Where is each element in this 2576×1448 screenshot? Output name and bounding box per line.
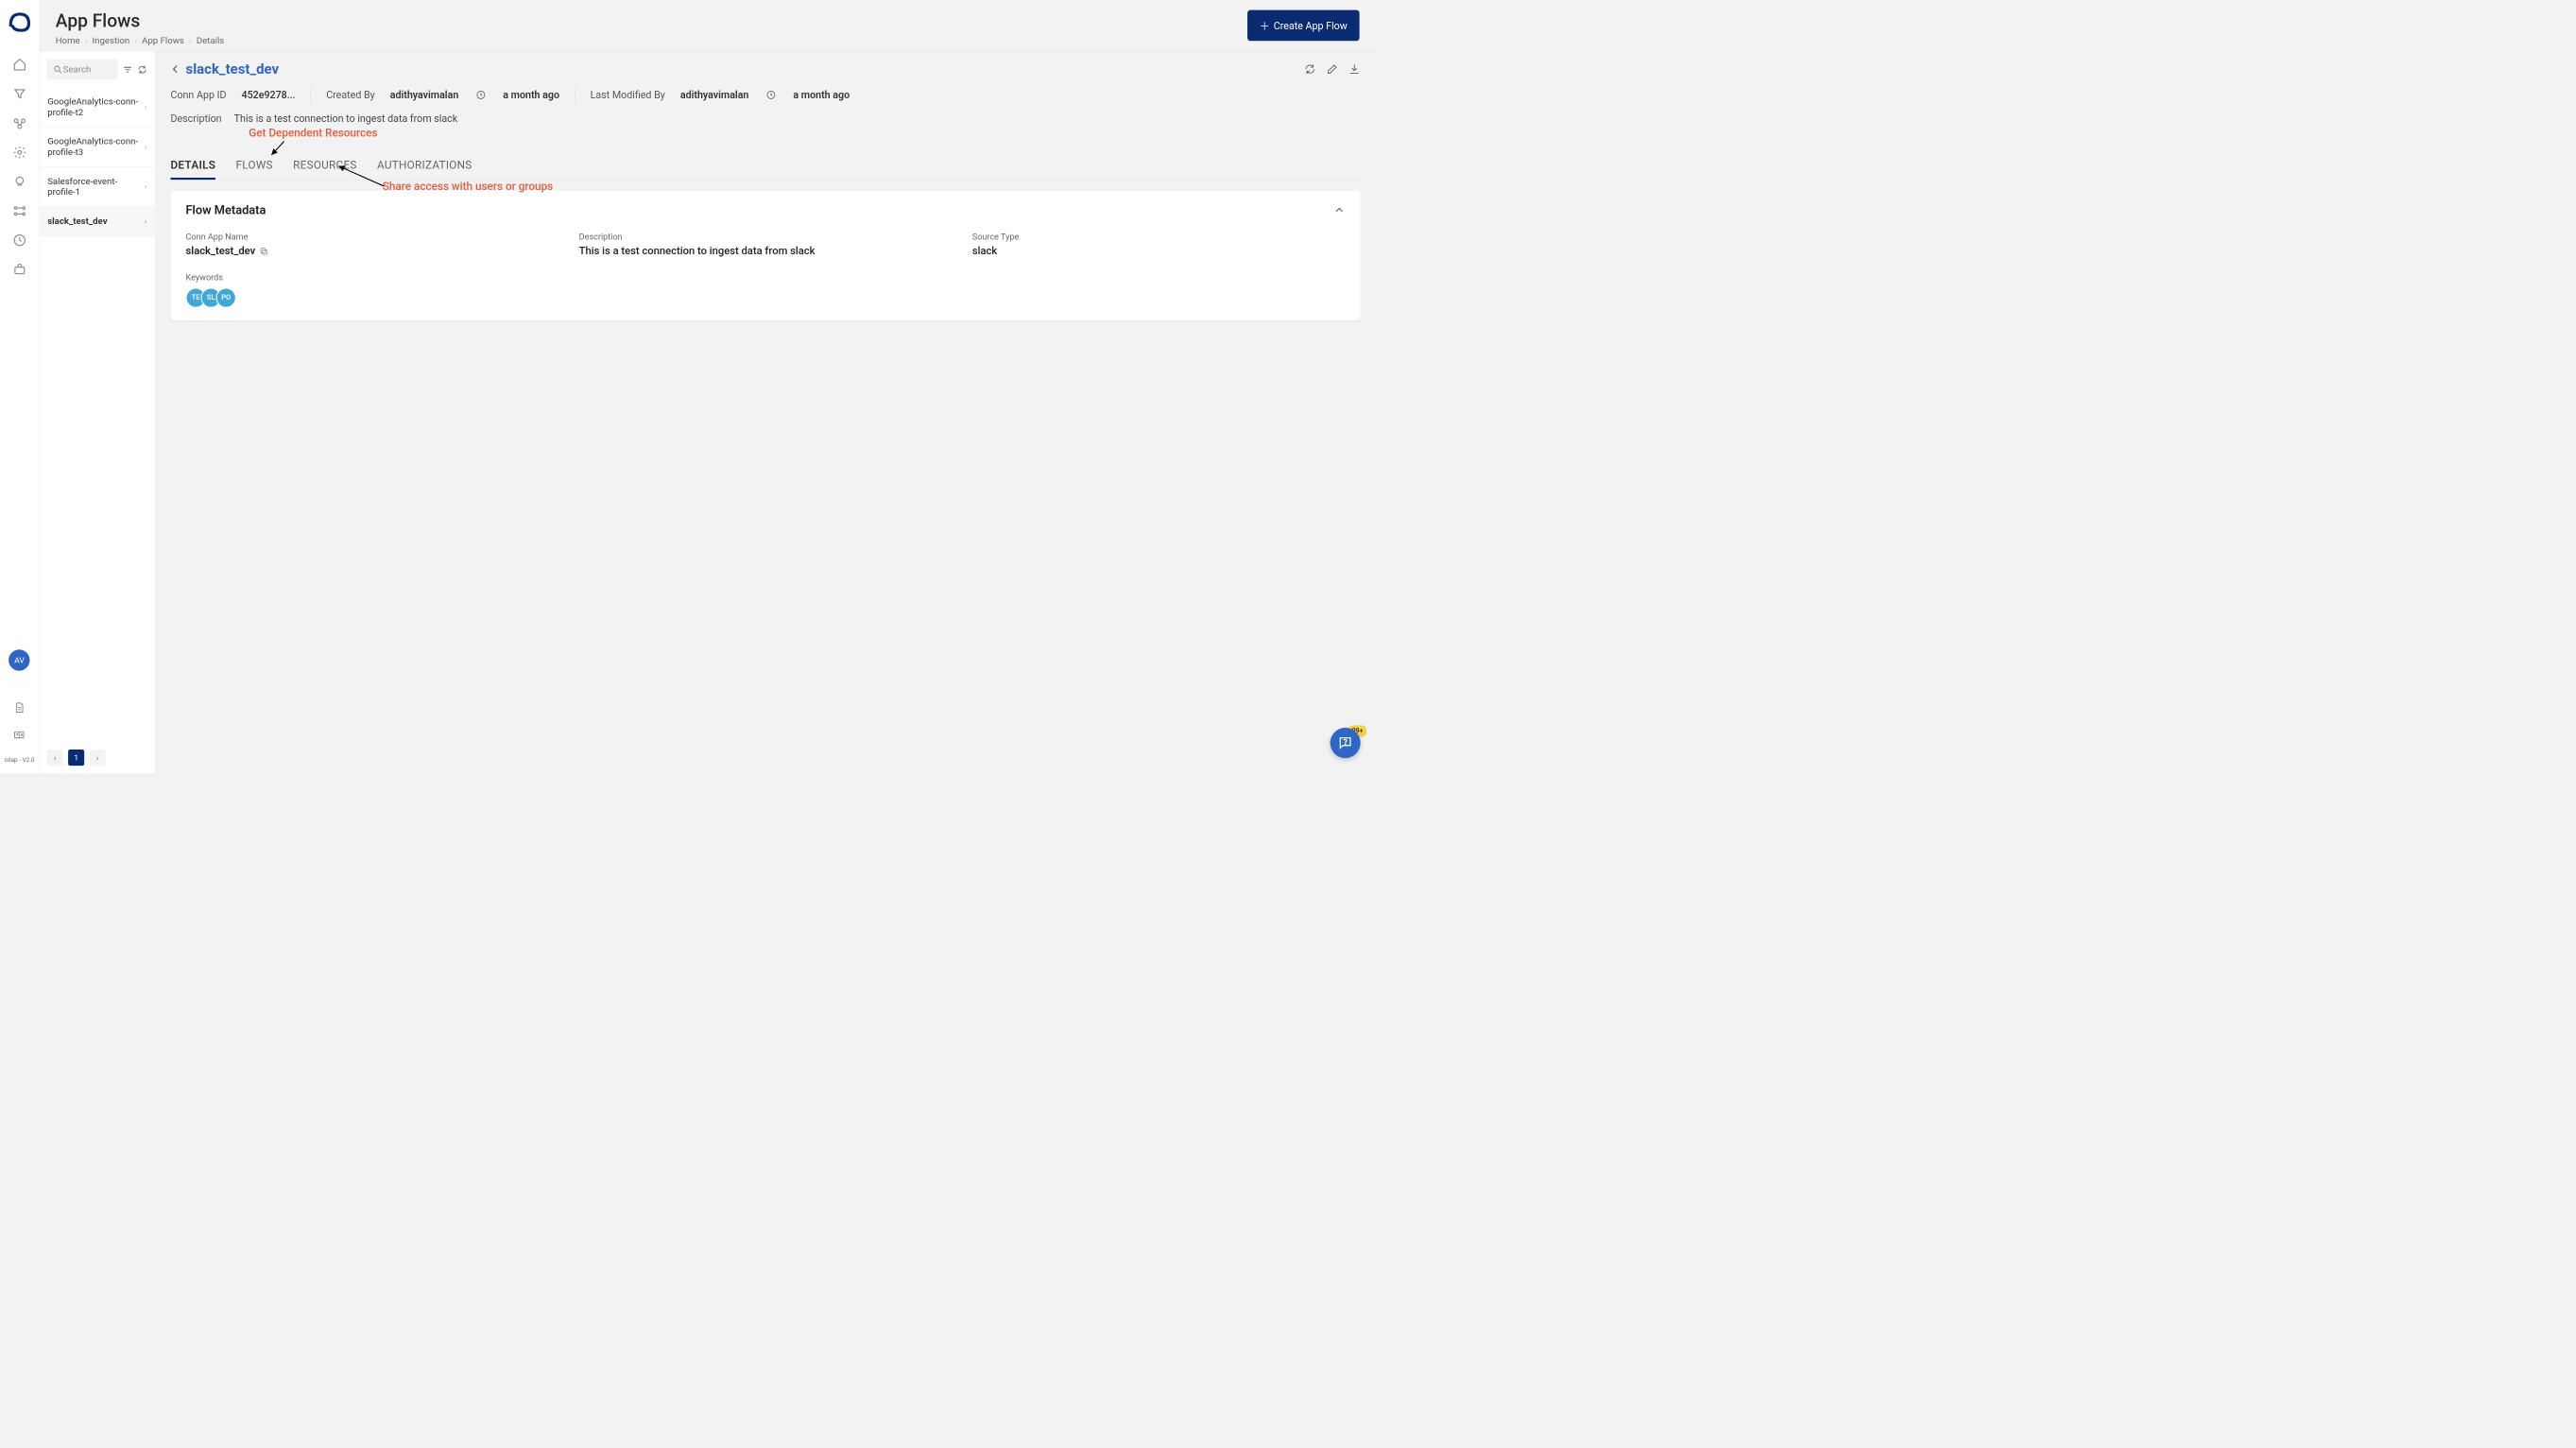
side-panel: GoogleAnalytics-conn-profile-t2 › Google… — [40, 51, 156, 773]
create-app-flow-button[interactable]: ＋ Create App Flow — [1247, 10, 1360, 42]
breadcrumb-item[interactable]: Home — [56, 35, 80, 45]
field-value-description: This is a test connection to ingest data… — [579, 246, 953, 258]
list-item[interactable]: GoogleAnalytics-conn-profile-t3 › — [40, 128, 155, 167]
copy-icon[interactable] — [259, 247, 268, 256]
modified-ago: a month ago — [793, 89, 850, 101]
breadcrumbs: Home › Ingestion › App Flows › Details — [56, 35, 1247, 45]
list-item[interactable]: slack_test_dev › — [40, 207, 155, 236]
modified-by-label: Last Modified By — [591, 89, 665, 101]
created-ago: a month ago — [503, 89, 559, 101]
back-button[interactable] — [170, 64, 180, 75]
field-label: Description — [579, 233, 953, 243]
breadcrumb-item[interactable]: App Flows — [142, 35, 184, 45]
predict-icon[interactable] — [12, 175, 26, 189]
chevron-right-icon: › — [85, 37, 87, 45]
clock-icon — [766, 90, 777, 100]
breadcrumb-item: Details — [197, 35, 224, 45]
field-value-name: slack_test_dev — [186, 246, 559, 258]
create-button-label: Create App Flow — [1274, 20, 1348, 32]
list-item-label: slack_test_dev — [47, 216, 107, 227]
chevron-right-icon: › — [145, 217, 146, 226]
created-by-label: Created By — [326, 89, 374, 101]
translate-icon[interactable] — [13, 729, 26, 741]
search-input[interactable] — [63, 64, 112, 75]
collapse-icon[interactable] — [1333, 204, 1346, 216]
chevron-right-icon: › — [145, 103, 146, 112]
tab-flows[interactable]: FLOWS — [236, 155, 273, 180]
app-logo — [8, 10, 32, 32]
tab-details[interactable]: DETAILS — [170, 155, 215, 180]
search-icon — [53, 64, 63, 75]
keyword-chips: TE SL PO — [186, 287, 1346, 307]
filter-icon[interactable] — [12, 87, 26, 101]
filter-icon[interactable] — [122, 64, 133, 76]
annotation-resources: Get Dependent Resources — [249, 128, 377, 140]
chevron-right-icon: › — [145, 143, 146, 151]
annotation-authorizations: Share access with users or groups — [383, 181, 553, 193]
list-item[interactable]: Salesforce-event-profile-1 › — [40, 167, 155, 207]
user-avatar[interactable]: AV — [9, 649, 29, 670]
app-version: cdap - V2.0 — [5, 756, 35, 763]
chevron-right-icon: › — [145, 182, 146, 191]
keyword-chip[interactable]: PO — [216, 287, 236, 307]
page-number-button[interactable]: 1 — [68, 750, 84, 766]
tab-authorizations[interactable]: AUTHORIZATIONS — [377, 155, 472, 180]
refresh-icon[interactable] — [137, 64, 147, 75]
home-icon[interactable] — [12, 58, 26, 72]
field-label: Conn App Name — [186, 233, 559, 243]
next-page-button[interactable]: › — [90, 750, 106, 766]
clock-icon[interactable] — [12, 233, 26, 248]
created-by-value: adithyavimalan — [390, 89, 459, 101]
detail-title: slack_test_dev — [186, 60, 280, 78]
description-value: This is a test connection to ingest data… — [234, 112, 457, 125]
flow-metadata-card: Flow Metadata Conn App Name slack_test_d… — [170, 190, 1360, 320]
list-item-label: GoogleAnalytics-conn-profile-t3 — [47, 136, 145, 157]
breadcrumb-item[interactable]: Ingestion — [93, 35, 130, 45]
field-value-source-type: slack — [972, 246, 1346, 258]
refresh-icon[interactable] — [1304, 62, 1316, 75]
page-header: App Flows Home › Ingestion › App Flows ›… — [40, 0, 1376, 51]
clock-icon — [475, 90, 486, 100]
field-label: Source Type — [972, 233, 1346, 243]
field-label: Keywords — [186, 272, 1346, 283]
detail-panel: slack_test_dev Conn App ID 452e9278... C… — [155, 51, 1375, 773]
edit-icon[interactable] — [1326, 62, 1338, 75]
graph-icon[interactable] — [12, 116, 26, 130]
plus-icon: ＋ — [1260, 18, 1270, 32]
modified-by-value: adithyavimalan — [680, 89, 749, 101]
prev-page-button[interactable]: ‹ — [47, 750, 63, 766]
settings-icon[interactable] — [12, 146, 26, 160]
flow-icon[interactable] — [12, 204, 26, 218]
briefcase-icon[interactable] — [12, 263, 26, 277]
download-icon[interactable] — [1348, 62, 1361, 75]
list-item-label: GoogleAnalytics-conn-profile-t2 — [47, 96, 145, 117]
page-title: App Flows — [56, 10, 1247, 31]
document-icon[interactable] — [13, 701, 26, 714]
chevron-right-icon: › — [189, 37, 191, 45]
chevron-right-icon: › — [135, 37, 137, 45]
card-title: Flow Metadata — [186, 203, 266, 217]
list-item-label: Salesforce-event-profile-1 — [47, 176, 145, 197]
search-input-wrap[interactable] — [47, 59, 118, 79]
pagination: ‹ 1 › — [40, 742, 155, 773]
list-item[interactable]: GoogleAnalytics-conn-profile-t2 › — [40, 87, 155, 127]
app-id-label: Conn App ID — [170, 89, 226, 101]
help-fab[interactable] — [1331, 728, 1361, 758]
description-label: Description — [170, 112, 221, 125]
left-nav-rail: AV cdap - V2.0 — [0, 0, 40, 773]
app-id-value: 452e9278... — [242, 89, 296, 101]
